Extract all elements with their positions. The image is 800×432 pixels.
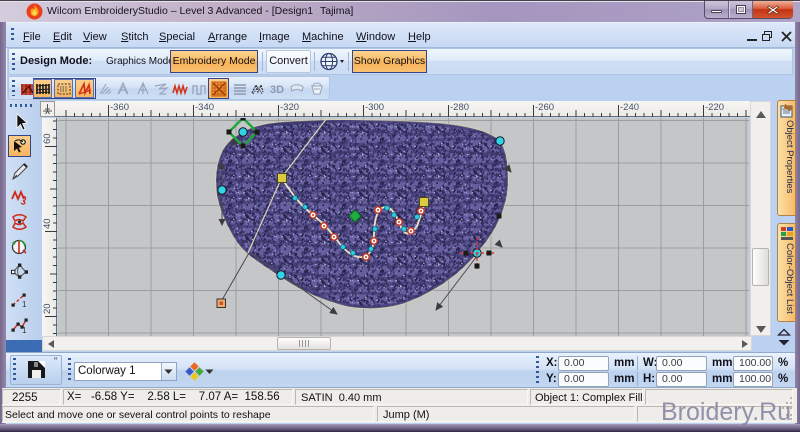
svg-text:20: 20 [42, 303, 53, 314]
svg-text:60: 60 [42, 133, 53, 144]
svg-text:-280: -280 [450, 102, 469, 113]
svg-text:-300: -300 [365, 102, 384, 113]
svg-text:-320: -320 [280, 102, 299, 113]
svg-text:40: 40 [42, 218, 53, 229]
svg-text:-340: -340 [195, 102, 214, 113]
svg-text:1: 1 [22, 326, 27, 335]
svg-text:-260: -260 [535, 102, 554, 113]
svg-text:-360: -360 [110, 102, 129, 113]
svg-text:3D: 3D [270, 84, 284, 96]
svg-text:1: 1 [22, 300, 27, 309]
svg-text:-220: -220 [705, 102, 724, 113]
svg-text:-240: -240 [620, 102, 639, 113]
